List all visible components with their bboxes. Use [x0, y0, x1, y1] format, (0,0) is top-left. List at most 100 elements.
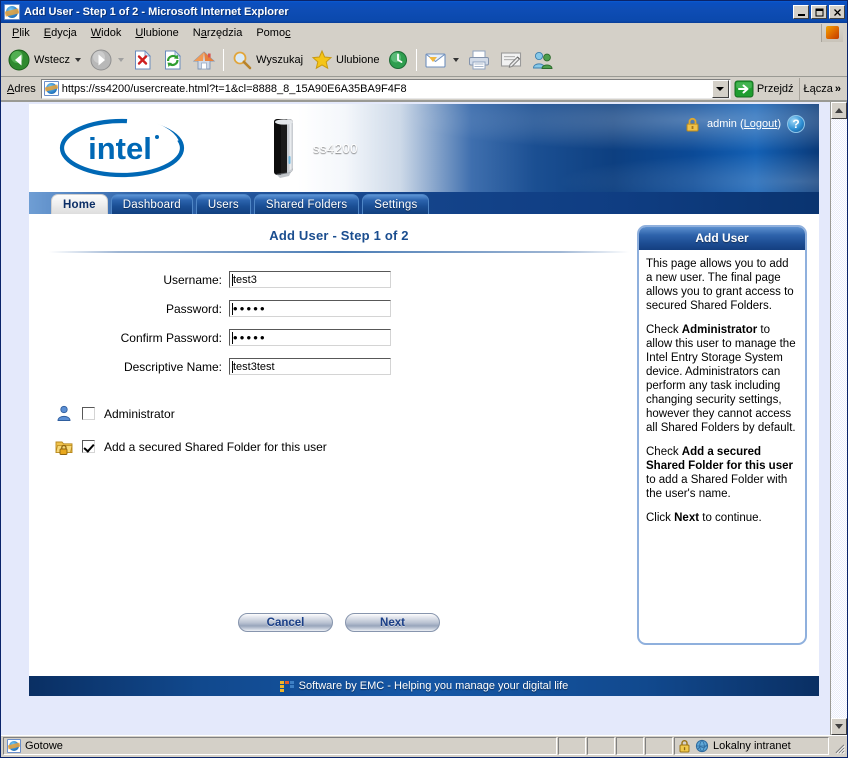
address-label: Adres	[7, 82, 36, 95]
maximize-button[interactable]	[811, 5, 827, 19]
field-row-username: Username: test3	[47, 271, 631, 288]
logout-link[interactable]: Logout	[744, 118, 778, 130]
menu-widok[interactable]: Widok	[84, 25, 129, 41]
main-tabs: Home Dashboard Users Shared Folders Sett…	[29, 192, 819, 214]
status-message: Gotowe	[25, 740, 63, 752]
device-name: ss4200	[313, 140, 358, 156]
menu-bar: Plik Edycja Widok Ulubione Narzędzia Pom…	[1, 23, 847, 43]
status-message-panel: Gotowe	[3, 737, 557, 755]
mail-button[interactable]	[420, 45, 463, 75]
field-row-password: Password: •••••	[47, 300, 631, 317]
menu-edycja[interactable]: Edycja	[37, 25, 84, 41]
cancel-button[interactable]: Cancel	[238, 613, 333, 632]
favorites-button[interactable]: Ulubione	[307, 45, 383, 75]
security-zone-panel[interactable]: Lokalny intranet	[674, 737, 829, 755]
svg-text:intel: intel	[88, 131, 152, 166]
forward-dropdown-icon	[118, 57, 125, 62]
next-button[interactable]: Next	[345, 613, 440, 632]
confirm-password-label: Confirm Password:	[120, 330, 222, 345]
secured-folder-checkbox[interactable]	[82, 440, 95, 453]
back-dropdown-icon[interactable]	[75, 57, 82, 62]
locked-folder-icon	[55, 441, 73, 455]
address-dropdown-button[interactable]	[711, 79, 729, 98]
status-bar: Gotowe Lokalny intranet	[1, 735, 847, 757]
minimize-button[interactable]	[793, 5, 809, 19]
administrator-label: Administrator	[104, 406, 175, 421]
help-panel-title: Add User	[639, 227, 805, 250]
go-label: Przejdź	[756, 82, 794, 95]
user-icon	[57, 405, 71, 421]
secured-folder-label: Add a secured Shared Folder for this use…	[104, 439, 327, 454]
help-paragraph-1: This page allows you to add a new user. …	[646, 258, 794, 312]
status-panel-3	[587, 737, 615, 755]
go-button[interactable]: Przejdź	[731, 78, 799, 100]
help-paragraph-3: Check Add a secured Shared Folder for th…	[646, 446, 793, 500]
emc-logo-icon	[279, 680, 294, 692]
status-page-icon	[7, 739, 21, 753]
scroll-up-button[interactable]	[831, 102, 847, 119]
help-panel-body: This page allows you to add a new user. …	[639, 250, 805, 535]
mail-dropdown-icon[interactable]	[453, 57, 460, 62]
security-zone-label: Lokalny intranet	[713, 740, 791, 752]
descriptive-name-label: Descriptive Name:	[123, 359, 222, 374]
title-divider	[49, 251, 629, 253]
scrollbar-track[interactable]	[831, 119, 847, 718]
vertical-scrollbar[interactable]	[830, 102, 847, 735]
toolbar-separator-2	[416, 48, 418, 71]
links-overflow-icon[interactable]: »	[835, 83, 841, 95]
address-url-text: https://ss4200/usercreate.html?t=1&cl=88…	[61, 82, 407, 95]
home-button[interactable]	[188, 45, 220, 75]
search-label: Wyszukaj	[256, 53, 304, 66]
user-label: admin (Logout)	[706, 118, 781, 130]
back-button[interactable]: Wstecz	[3, 45, 85, 75]
help-sidebar: Add User This page allows you to add a n…	[637, 224, 807, 676]
menu-pomoc[interactable]: Pomoc	[249, 25, 297, 41]
help-panel: Add User This page allows you to add a n…	[637, 225, 807, 645]
tab-dashboard[interactable]: Dashboard	[110, 194, 193, 214]
administrator-checkbox[interactable]	[82, 407, 95, 420]
menu-narzedzia[interactable]: Narzędzia	[186, 25, 250, 41]
administrator-row: Administrator	[55, 405, 631, 422]
edit-button[interactable]	[495, 45, 527, 75]
username-input[interactable]: test3	[229, 271, 391, 288]
app-footer: Software by EMC - Helping you manage you…	[29, 676, 819, 696]
links-button[interactable]: Łącza »	[798, 77, 845, 100]
resize-grip[interactable]	[830, 737, 845, 755]
links-label: Łącza	[803, 82, 833, 95]
tab-shared-folders[interactable]: Shared Folders	[253, 194, 360, 214]
intranet-globe-icon	[695, 739, 709, 753]
address-input[interactable]: https://ss4200/usercreate.html?t=1&cl=88…	[40, 78, 731, 99]
tab-users[interactable]: Users	[195, 194, 251, 214]
field-row-confirm-password: Confirm Password: •••••	[47, 329, 631, 346]
title-bar: Add User - Step 1 of 2 - Microsoft Inter…	[1, 1, 847, 23]
help-paragraph-2: Check Administrator to allow this user t…	[646, 324, 796, 434]
search-button[interactable]: Wyszukaj	[227, 45, 307, 75]
status-panel-5	[645, 737, 673, 755]
descriptive-name-input[interactable]: test3test	[229, 358, 391, 375]
close-button[interactable]	[829, 5, 845, 19]
tab-home[interactable]: Home	[51, 194, 108, 214]
print-button[interactable]	[463, 45, 495, 75]
confirm-password-input[interactable]: •••••	[229, 329, 391, 346]
menu-ulubione[interactable]: Ulubione	[128, 25, 185, 41]
help-icon[interactable]: ?	[787, 115, 805, 133]
history-button[interactable]	[383, 45, 413, 75]
menu-plik[interactable]: Plik	[5, 25, 37, 41]
tab-settings[interactable]: Settings	[362, 194, 430, 214]
add-user-form: Add User - Step 1 of 2 Username: test3 P…	[41, 224, 637, 676]
device-identity: ss4200	[267, 118, 358, 178]
confirm-password-value: •••••	[233, 330, 267, 345]
app-header: intel ss4200 admin (Logout) ?	[29, 104, 819, 192]
page-title: Add User - Step 1 of 2	[269, 228, 409, 243]
password-input[interactable]: •••••	[229, 300, 391, 317]
messenger-button[interactable]	[527, 45, 559, 75]
stop-button[interactable]	[128, 45, 158, 75]
refresh-button[interactable]	[158, 45, 188, 75]
scroll-down-button[interactable]	[831, 718, 847, 735]
browser-viewport: intel ss4200 admin (Logout) ? Home Dashb…	[1, 101, 847, 735]
favorites-label: Ulubione	[336, 53, 380, 66]
ie-page-icon	[4, 4, 20, 20]
lock-icon	[679, 740, 690, 753]
help-paragraph-4: Click Next to continue.	[646, 512, 762, 524]
windows-flag-logo	[821, 23, 843, 42]
